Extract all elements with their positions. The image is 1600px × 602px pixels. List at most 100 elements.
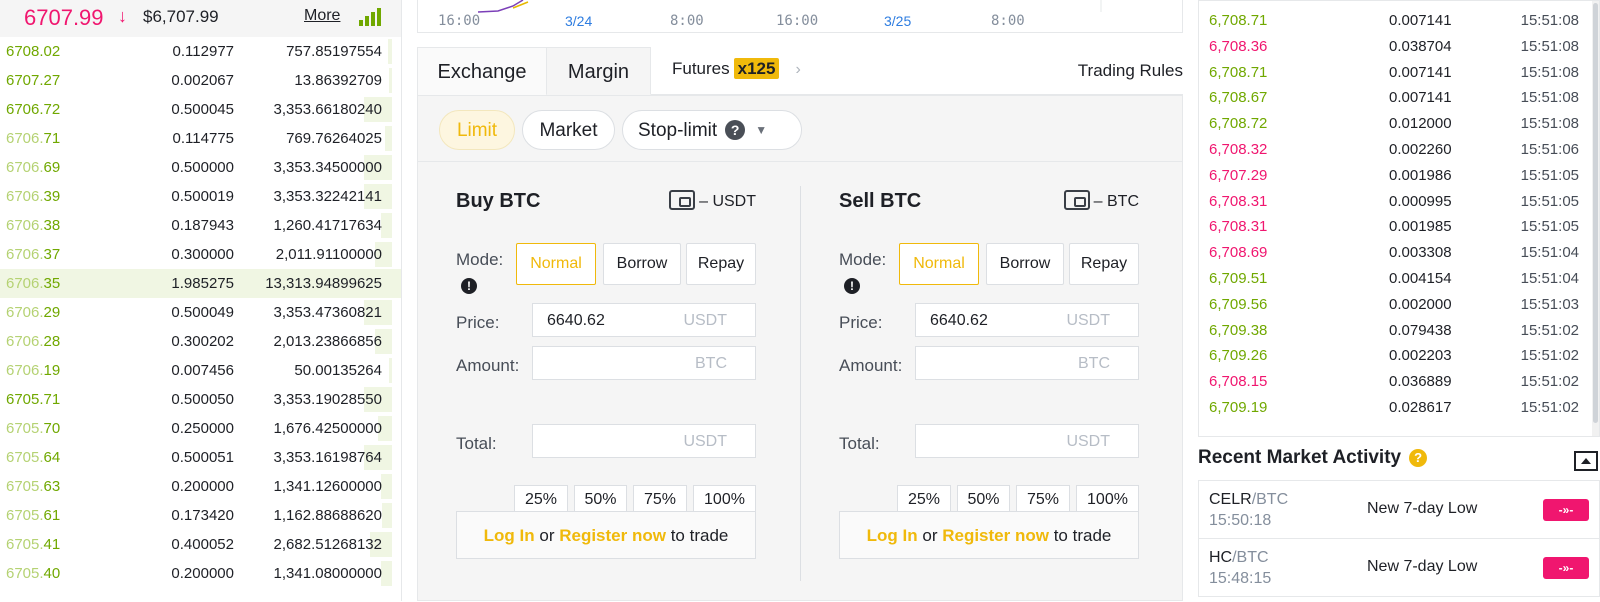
trade-amount: 0.007141 [1389, 89, 1452, 107]
pct-50-button[interactable]: 50% [957, 485, 1010, 513]
help-icon[interactable]: ? [725, 120, 746, 140]
buy-price-input[interactable]: 6640.62 USDT [532, 303, 756, 337]
activity-event: New 7-day Low [1367, 558, 1478, 575]
mode-borrow-button[interactable]: Borrow [986, 243, 1064, 285]
order-book-row[interactable]: 6705.41 0.400052 2,682.51268132 [0, 530, 401, 559]
collapse-icon[interactable] [1574, 451, 1598, 471]
tab-futures[interactable]: Futures x125 › [672, 47, 832, 95]
row-price: 6705.71 [6, 391, 60, 408]
order-book-panel: 6707.99 ↓ $6,707.99 More 6708.02 0.112977… [0, 0, 402, 601]
pct-75-button[interactable]: 75% [1016, 485, 1070, 513]
register-link[interactable]: Register now [559, 526, 666, 545]
row-amount: 1.985275 [171, 275, 234, 292]
trade-row: 6,709.51 0.004154 15:51:04 [1199, 263, 1579, 289]
order-book-row[interactable]: 6706.38 0.187943 1,260.41717634 [0, 211, 401, 240]
trade-center: 16:00 3/24 8:00 16:00 3/25 8:00 Exchange… [417, 0, 1183, 601]
pct-25-button[interactable]: 25% [897, 485, 951, 513]
date-tick: 3/24 [565, 13, 593, 29]
order-book-row[interactable]: 6708.02 0.112977 757.85197554 [0, 37, 401, 66]
order-book-row[interactable]: 6705.64 0.500051 3,353.16198764 [0, 443, 401, 472]
order-book-row[interactable]: 6705.71 0.500050 3,353.19028550 [0, 385, 401, 414]
warning-icon[interactable]: ! [844, 278, 860, 294]
help-icon[interactable]: ? [1409, 449, 1428, 467]
trade-time: 15:51:06 [1520, 141, 1579, 158]
pct-75-button[interactable]: 75% [633, 485, 687, 513]
trade-time: 15:51:02 [1520, 399, 1579, 416]
depth-bar [389, 358, 392, 383]
login-link[interactable]: Log In [484, 526, 535, 545]
trade-tabs: Exchange Margin Futures x125 › [417, 47, 1183, 95]
activity-item[interactable]: HC/BTC 15:48:15 New 7-day Low -»- [1198, 539, 1600, 597]
order-book-row[interactable]: 6706.29 0.500049 3,353.47360821 [0, 298, 401, 327]
warning-icon[interactable]: ! [461, 278, 477, 294]
order-book-row[interactable]: 6706.71 0.114775 769.76264025 [0, 124, 401, 153]
to-trade-text: to trade [1053, 526, 1112, 545]
pct-100-button[interactable]: 100% [693, 485, 756, 513]
row-total: 1,341.12600000 [273, 478, 382, 495]
total-label: Total: [839, 434, 880, 453]
scrollbar[interactable] [1592, 1, 1599, 436]
mode-borrow-button[interactable]: Borrow [603, 243, 681, 285]
row-total: 757.85197554 [286, 43, 382, 60]
price-label: Price: [456, 313, 500, 332]
order-book-row[interactable]: 6707.27 0.002067 13.86392709 [0, 66, 401, 95]
activity-item[interactable]: CELR/BTC 15:50:18 New 7-day Low -»- [1198, 481, 1600, 539]
sell-price-input[interactable]: 6640.62 USDT [915, 303, 1139, 337]
row-price: 6706.28 [6, 333, 60, 350]
row-amount: 0.250000 [171, 420, 234, 437]
register-link[interactable]: Register now [942, 526, 1049, 545]
scrollbar-thumb[interactable] [1593, 3, 1598, 423]
trading-rules-link[interactable]: Trading Rules [1078, 61, 1183, 81]
row-total: 3,353.66180240 [273, 101, 382, 118]
trade-amount: 0.004154 [1389, 270, 1452, 287]
mode-normal-button[interactable]: Normal [899, 243, 979, 285]
more-link[interactable]: More [304, 7, 340, 25]
limit-button[interactable]: Limit [439, 110, 515, 150]
buy-amount-input[interactable]: BTC [532, 346, 756, 380]
trade-time: 15:51:08 [1520, 63, 1579, 81]
order-book-row[interactable]: 6705.61 0.173420 1,162.88688620 [0, 501, 401, 530]
row-total: 50.00135264 [294, 362, 382, 379]
order-book-row[interactable]: 6705.63 0.200000 1,341.12600000 [0, 472, 401, 501]
trade-row: 6,708.36 0.038704 15:51:08 [1199, 31, 1579, 57]
stop-limit-button[interactable]: Stop-limit? ▼ [622, 110, 802, 150]
tab-margin[interactable]: Margin [546, 47, 651, 95]
sell-total-input[interactable]: USDT [915, 424, 1139, 458]
trade-time: 15:51:08 [1520, 115, 1579, 133]
activity-pair: HC/BTC [1209, 549, 1269, 567]
order-book-row[interactable]: 6706.72 0.500045 3,353.66180240 [0, 95, 401, 124]
mode-repay-button[interactable]: Repay [1069, 243, 1139, 285]
row-price-prefix: 6706. [6, 333, 44, 350]
trade-time: 15:51:04 [1520, 270, 1579, 287]
sell-amount-input[interactable]: BTC [915, 346, 1139, 380]
order-book-row[interactable]: 6706.19 0.007456 50.00135264 [0, 356, 401, 385]
row-total: 1,260.41717634 [273, 217, 382, 234]
activity-pair: CELR/BTC [1209, 491, 1288, 509]
trade-time: 15:51:05 [1520, 166, 1579, 184]
order-book-row[interactable]: 6706.39 0.500019 3,353.32242141 [0, 182, 401, 211]
market-button[interactable]: Market [522, 110, 615, 150]
pct-50-button[interactable]: 50% [574, 485, 627, 513]
login-link[interactable]: Log In [867, 526, 918, 545]
wallet-icon [1063, 190, 1090, 210]
order-book-row[interactable]: 6706.69 0.500000 3,353.34500000 [0, 153, 401, 182]
order-book-row[interactable]: 6706.37 0.300000 2,011.91100000 [0, 240, 401, 269]
buy-total-input[interactable]: USDT [532, 424, 756, 458]
date-tick: 3/25 [884, 13, 912, 29]
pct-25-button[interactable]: 25% [514, 485, 568, 513]
order-book-row[interactable]: 6706.28 0.300202 2,013.23866856 [0, 327, 401, 356]
mode-repay-button[interactable]: Repay [686, 243, 756, 285]
order-book-row[interactable]: 6705.70 0.250000 1,676.42500000 [0, 414, 401, 443]
chevron-down-icon[interactable]: ▼ [755, 123, 767, 137]
trade-amount: 0.002260 [1389, 141, 1452, 158]
signal-bars-icon[interactable] [359, 8, 387, 26]
mode-normal-button[interactable]: Normal [516, 243, 596, 285]
order-book-row[interactable]: 6705.40 0.200000 1,341.08000000 [0, 559, 401, 588]
row-price: 6706.39 [6, 188, 60, 205]
pct-100-button[interactable]: 100% [1076, 485, 1139, 513]
trade-amount: 0.003308 [1389, 244, 1452, 262]
market-trades-panel: 6,708.71 0.007141 15:51:08 6,708.36 0.038704… [1198, 0, 1600, 601]
or-text: or [539, 526, 555, 545]
tab-exchange[interactable]: Exchange [417, 47, 547, 95]
order-book-row[interactable]: 6706.35 1.985275 13,313.94899625 [0, 269, 401, 298]
